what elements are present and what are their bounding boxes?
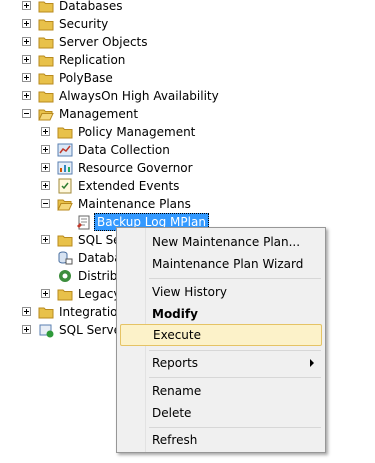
expand-icon[interactable] bbox=[22, 37, 31, 46]
menu-item-label: View History bbox=[152, 285, 227, 299]
expand-icon[interactable] bbox=[41, 289, 50, 298]
expand-icon[interactable] bbox=[41, 235, 50, 244]
menu-separator bbox=[149, 350, 321, 351]
folder-icon bbox=[38, 73, 54, 85]
folder-open-icon bbox=[57, 199, 73, 211]
folder-icon bbox=[57, 127, 73, 139]
folder-icon bbox=[57, 235, 73, 247]
tree-node-legacy[interactable]: Legacy bbox=[0, 285, 116, 303]
tree-node-label: Maintenance Plans bbox=[78, 197, 191, 211]
tree-node-databases[interactable]: Databases bbox=[0, 0, 300, 15]
tree-node-label: Policy Management bbox=[78, 125, 196, 139]
menu-item-view-history[interactable]: View History bbox=[120, 281, 322, 303]
menu-item-delete[interactable]: Delete bbox=[120, 402, 322, 424]
context-menu: New Maintenance Plan... Maintenance Plan… bbox=[116, 227, 326, 453]
tree-node-integration-services[interactable]: Integration bbox=[0, 303, 116, 321]
expand-icon[interactable] bbox=[22, 1, 31, 10]
resource-governor-icon bbox=[57, 161, 73, 175]
submenu-arrow-icon bbox=[310, 359, 314, 367]
tree-node-extended-events[interactable]: Extended Events bbox=[0, 177, 300, 195]
tree-node-maintenance-plans[interactable]: Maintenance Plans bbox=[0, 195, 300, 213]
expand-icon[interactable] bbox=[22, 91, 31, 100]
menu-item-new-maintenance-plan[interactable]: New Maintenance Plan... bbox=[120, 231, 322, 253]
sql-server-agent-icon bbox=[39, 324, 54, 338]
tree-node-label: Integration bbox=[59, 305, 116, 319]
folder-icon bbox=[38, 1, 54, 13]
folder-icon bbox=[38, 37, 54, 49]
tree-node-label: Data Collection bbox=[78, 143, 170, 157]
expand-icon[interactable] bbox=[22, 19, 31, 28]
database-mail-icon bbox=[58, 251, 73, 265]
menu-item-label: Rename bbox=[152, 384, 202, 398]
expand-icon[interactable] bbox=[41, 127, 50, 136]
tree-node-label: Databases bbox=[59, 0, 123, 13]
tree-node-polybase[interactable]: PolyBase bbox=[0, 69, 300, 87]
collapse-icon[interactable] bbox=[41, 199, 50, 208]
tree-node-replication[interactable]: Replication bbox=[0, 51, 300, 69]
tree-node-label: Replication bbox=[59, 53, 126, 67]
tree-node-distributed-transaction[interactable]: Distribu bbox=[0, 267, 116, 285]
menu-item-reports[interactable]: Reports bbox=[120, 352, 322, 374]
tree-node-server-objects[interactable]: Server Objects bbox=[0, 33, 300, 51]
tree-node-database-mail[interactable]: Databa bbox=[0, 249, 116, 267]
expand-icon[interactable] bbox=[41, 181, 50, 190]
menu-item-label: Maintenance Plan Wizard bbox=[152, 257, 304, 271]
folder-icon bbox=[57, 289, 73, 301]
menu-separator bbox=[149, 427, 321, 428]
menu-item-execute[interactable]: Execute bbox=[120, 324, 322, 346]
menu-item-rename[interactable]: Rename bbox=[120, 380, 322, 402]
distributed-transaction-icon bbox=[59, 270, 71, 282]
menu-separator bbox=[149, 278, 321, 279]
collapse-icon[interactable] bbox=[22, 109, 31, 118]
tree-node-management[interactable]: Management bbox=[0, 105, 300, 123]
tree-node-label: Legacy bbox=[78, 287, 116, 301]
tree-node-data-collection[interactable]: Data Collection bbox=[0, 141, 300, 159]
tree-node-label: Distribu bbox=[78, 269, 116, 283]
tree-node-sql-server-agent[interactable]: SQL Ser bbox=[0, 231, 116, 249]
tree-node-label: Management bbox=[59, 107, 139, 121]
folder-icon bbox=[38, 19, 54, 31]
maintenance-plan-icon bbox=[77, 215, 90, 230]
tree-node-label: Extended Events bbox=[78, 179, 180, 193]
menu-item-modify[interactable]: Modify bbox=[120, 303, 322, 325]
menu-separator bbox=[149, 377, 321, 378]
menu-item-label: Reports bbox=[152, 356, 199, 370]
expand-icon[interactable] bbox=[22, 307, 31, 316]
menu-item-label: Refresh bbox=[152, 433, 198, 447]
tree-node-label: PolyBase bbox=[59, 71, 113, 85]
tree-node-label: Security bbox=[59, 17, 109, 31]
expand-icon[interactable] bbox=[41, 163, 50, 172]
menu-item-label: New Maintenance Plan... bbox=[152, 235, 301, 249]
tree-node-alwayson[interactable]: AlwaysOn High Availability bbox=[0, 87, 300, 105]
tree-node-security[interactable]: Security bbox=[0, 15, 300, 33]
expand-icon[interactable] bbox=[22, 325, 31, 334]
extended-events-icon bbox=[58, 178, 72, 194]
menu-item-maintenance-plan-wizard[interactable]: Maintenance Plan Wizard bbox=[120, 253, 322, 275]
menu-item-label: Delete bbox=[152, 406, 192, 420]
menu-item-label: Modify bbox=[152, 307, 198, 321]
tree-node-policy-management[interactable]: Policy Management bbox=[0, 123, 300, 141]
folder-icon bbox=[38, 91, 54, 103]
menu-item-label: Execute bbox=[153, 328, 201, 342]
menu-item-refresh[interactable]: Refresh bbox=[120, 429, 322, 451]
tree-node-label: Resource Governor bbox=[78, 161, 193, 175]
folder-open-icon bbox=[38, 109, 54, 121]
tree-node-label: Server Objects bbox=[59, 35, 148, 49]
folder-icon bbox=[38, 307, 54, 319]
tree-node-label: Databa bbox=[78, 251, 116, 265]
tree-node-label: SQL Ser bbox=[78, 233, 116, 247]
data-collection-icon bbox=[57, 143, 73, 157]
tree-node-sql-server-agent-root[interactable]: SQL Server bbox=[0, 321, 116, 339]
expand-icon[interactable] bbox=[22, 73, 31, 82]
tree-node-label: AlwaysOn High Availability bbox=[59, 89, 219, 103]
folder-icon bbox=[38, 55, 54, 67]
expand-icon[interactable] bbox=[22, 55, 31, 64]
expand-icon[interactable] bbox=[41, 145, 50, 154]
tree-node-resource-governor[interactable]: Resource Governor bbox=[0, 159, 300, 177]
tree-node-label: SQL Server bbox=[59, 323, 116, 337]
